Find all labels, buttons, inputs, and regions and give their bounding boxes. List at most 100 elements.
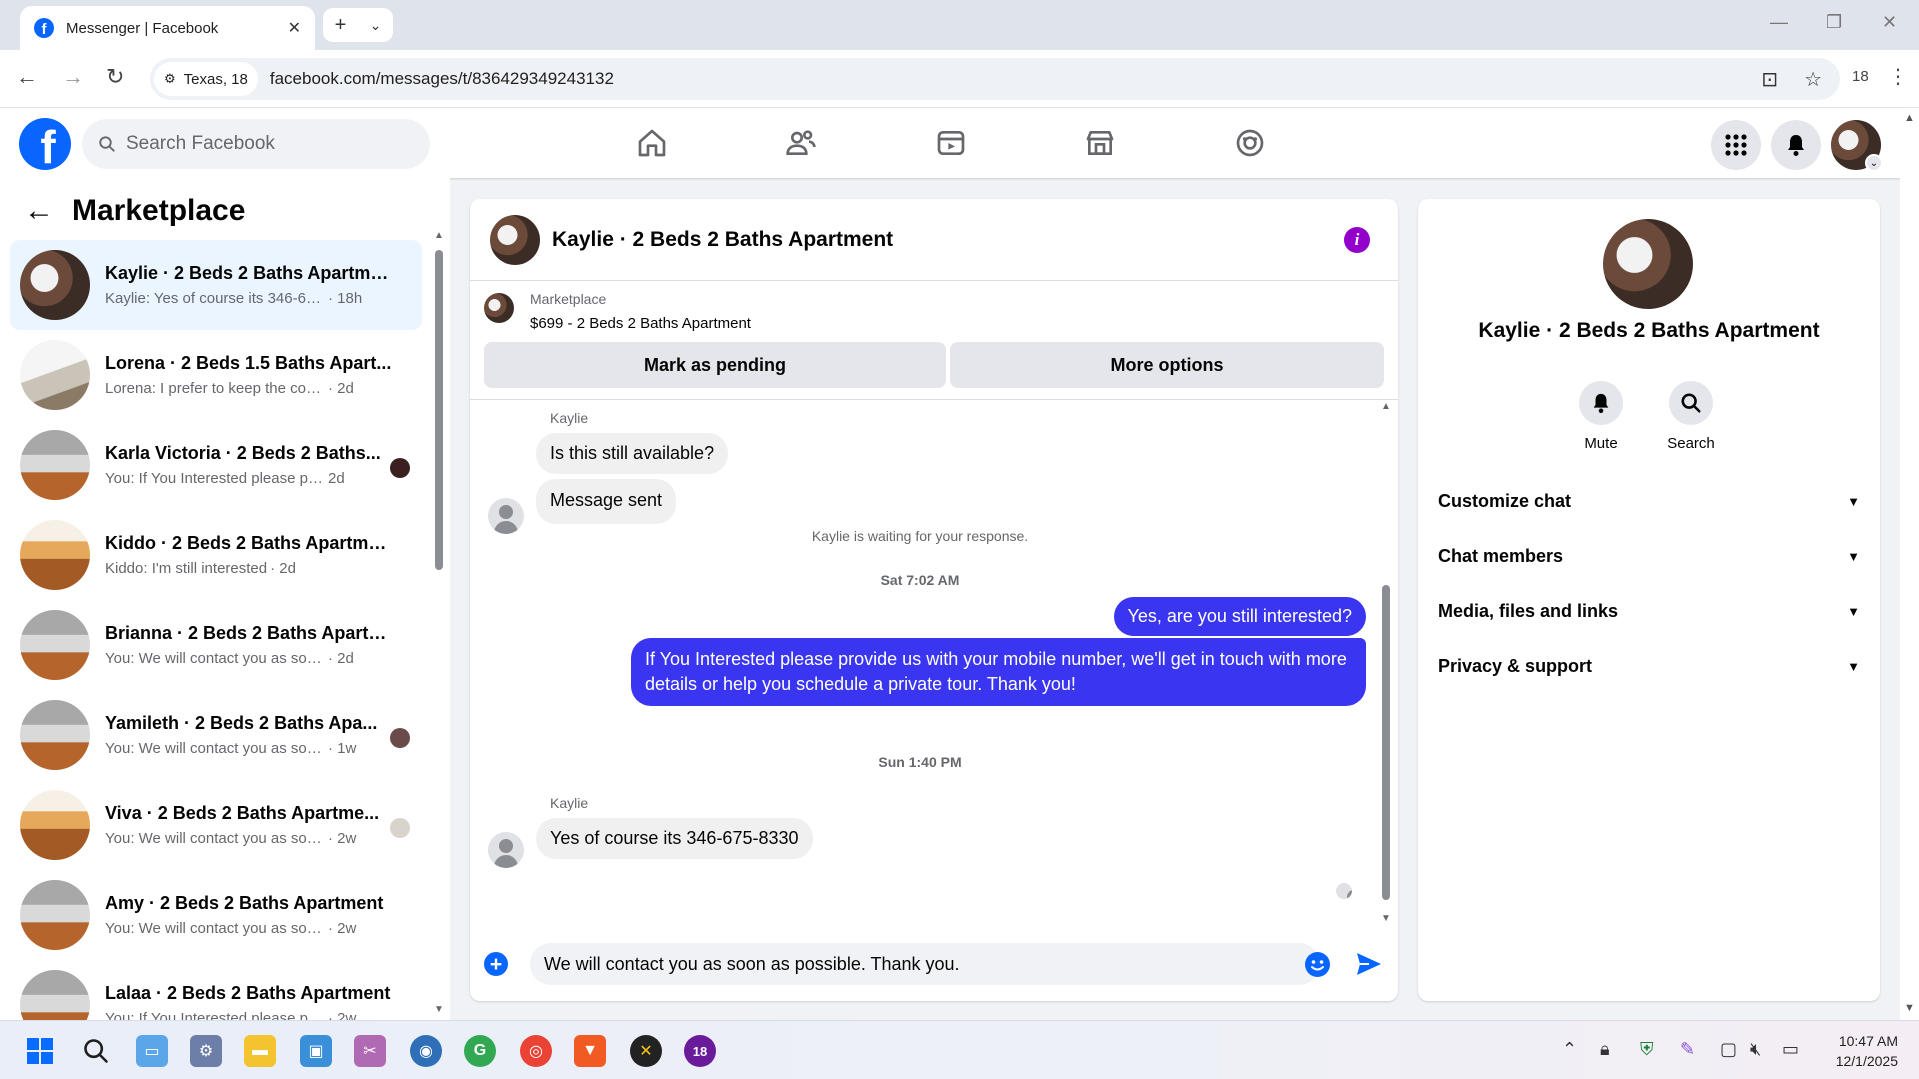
conversation-item[interactable]: Kaylie · 2 Beds 2 Baths Apartment Kaylie… [10, 240, 422, 330]
facebook-search-box[interactable] [82, 119, 430, 169]
bookmark-star-icon[interactable]: ☆ [1804, 67, 1822, 92]
snipping-tool-icon[interactable]: ✂ [354, 1035, 386, 1067]
search-icon[interactable] [80, 1035, 112, 1067]
conversation-item[interactable]: Kiddo · 2 Beds 2 Baths Apartment Kiddo: … [10, 510, 422, 600]
conversation-name: Lalaa · 2 Beds 2 Baths Apartment [105, 983, 391, 1003]
avatar[interactable] [490, 214, 540, 265]
conversation-item[interactable]: Brianna · 2 Beds 2 Baths Apartm... You: … [10, 600, 422, 690]
sidebar-scrollbar[interactable]: ▲ ▼ [434, 230, 444, 1015]
install-app-icon[interactable]: ⊡ [1761, 67, 1778, 92]
scroll-down-icon[interactable]: ▼ [434, 1004, 444, 1015]
facebook-search-input[interactable] [126, 133, 406, 155]
facebook-header: f ⌄ [0, 108, 1900, 178]
profile-browser-icon[interactable]: 18 [684, 1035, 716, 1067]
conversation-item[interactable]: Lorena · 2 Beds 1.5 Baths Apart... Loren… [10, 330, 422, 420]
conversation-name: Kiddo · 2 Beds 2 Baths Apartment [105, 533, 395, 553]
avatar[interactable] [1603, 219, 1693, 309]
nav-friends-icon[interactable] [782, 124, 820, 162]
section-customize-chat[interactable]: Customize chat ▼ [1438, 481, 1860, 521]
listing-summary[interactable]: Marketplace $699 - 2 Beds 2 Baths Apartm… [484, 291, 751, 332]
app-icon[interactable]: ⚙ [190, 1035, 222, 1067]
conversation-item[interactable]: Amy · 2 Beds 2 Baths Apartment You: We w… [10, 870, 422, 960]
incoming-message[interactable]: Message sent [536, 479, 677, 524]
forward-arrow-icon[interactable]: → [62, 64, 84, 90]
facebook-logo-icon[interactable]: f [19, 118, 71, 170]
close-tab-icon[interactable]: ✕ [288, 18, 301, 38]
outgoing-message[interactable]: Yes, are you still interested? [1113, 597, 1366, 636]
message-input[interactable] [530, 943, 1320, 985]
mute-button[interactable]: Mute [1561, 381, 1641, 452]
back-arrow-icon[interactable]: ← [24, 194, 54, 228]
more-options-button[interactable]: More options [950, 342, 1384, 388]
profile-avatar[interactable]: ⌄ [1831, 120, 1883, 172]
system-clock[interactable]: 10:47 AM 12/1/2025 [1812, 1031, 1898, 1071]
pen-icon[interactable]: ✎ [1680, 1039, 1695, 1060]
search-in-chat-button[interactable]: Search [1651, 381, 1731, 452]
omnibox[interactable]: ⚙ Texas, 18 facebook.com/messages/t/8364… [150, 58, 1840, 100]
mark-as-pending-button[interactable]: Mark as pending [484, 342, 946, 388]
plus-icon[interactable]: + [484, 952, 508, 976]
section-media-files-links[interactable]: Media, files and links ▼ [1438, 591, 1860, 631]
scroll-up-icon[interactable]: ▲ [1381, 401, 1391, 412]
photos-icon[interactable]: ▣ [300, 1035, 332, 1067]
back-arrow-icon[interactable]: ← [16, 64, 38, 90]
scroll-up-icon[interactable]: ▲ [1904, 112, 1915, 124]
show-hidden-icons-icon[interactable]: ⌃ [1562, 1039, 1577, 1060]
section-chat-members[interactable]: Chat members ▼ [1438, 536, 1860, 576]
nav-gaming-icon[interactable] [1231, 124, 1269, 162]
chrome-icon[interactable]: ◎ [520, 1035, 552, 1067]
conversation-item[interactable]: Viva · 2 Beds 2 Baths Apartme... You: We… [10, 780, 422, 870]
restore-icon[interactable]: ❐ [1826, 12, 1842, 33]
scroll-down-icon[interactable]: ▼ [1381, 913, 1391, 924]
nav-marketplace-icon[interactable] [1081, 124, 1119, 162]
browser-icon[interactable]: ✕ [630, 1035, 662, 1067]
outgoing-message[interactable]: If You Interested please provide us with… [631, 638, 1366, 706]
globe-icon[interactable]: ◉ [410, 1035, 442, 1067]
chat-title[interactable]: Kaylie · 2 Beds 2 Baths Apartment [552, 228, 893, 252]
chevron-down-icon: ▼ [1847, 603, 1860, 619]
conversation-item[interactable]: Yamileth · 2 Beds 2 Baths Apa... You: We… [10, 690, 422, 780]
windows-taskbar: ▭ ⚙ ▬ ▣ ✂ ◉ G ◎ ▼ ✕ 18 ⌃ 🔒︎ ⛨ ✎ ▢ 🔇︎ ▭ 1… [0, 1020, 1919, 1079]
browser-tab[interactable]: f Messenger | Facebook ✕ [20, 6, 315, 50]
timestamp: Sun 1:40 PM [878, 754, 962, 770]
conversation-item[interactable]: Lalaa · 2 Beds 2 Baths Apartment You: If… [10, 960, 422, 1020]
tab-search-chevron-icon[interactable]: ⌄ [358, 17, 393, 34]
close-window-icon[interactable]: ✕ [1882, 12, 1897, 33]
windows-start-icon[interactable] [24, 1035, 56, 1067]
minimize-icon[interactable]: — [1770, 12, 1788, 33]
lock-icon[interactable]: 🔒︎ [1600, 1039, 1610, 1060]
reload-icon[interactable]: ↻ [106, 64, 124, 90]
profile-badge[interactable]: 18 [1852, 68, 1869, 85]
chat-scroll-thumb[interactable] [1382, 585, 1390, 900]
task-view-icon[interactable]: ▭ [136, 1035, 168, 1067]
conversation-time: · 1w [328, 740, 357, 757]
site-info-chip[interactable]: ⚙ Texas, 18 [154, 62, 258, 96]
volume-muted-icon[interactable]: 🔇︎ [1750, 1039, 1761, 1060]
file-explorer-icon[interactable]: ▬ [244, 1035, 276, 1067]
network-icon[interactable]: ▢ [1720, 1039, 1737, 1060]
emoji-icon[interactable] [1305, 952, 1330, 977]
send-icon[interactable] [1355, 951, 1383, 977]
menu-kebab-icon[interactable]: ⋮ [1888, 64, 1908, 89]
incoming-message[interactable]: Is this still available? [536, 433, 729, 474]
scroll-up-icon[interactable]: ▲ [434, 230, 444, 241]
nav-home-icon[interactable] [633, 124, 671, 162]
brave-icon[interactable]: ▼ [574, 1035, 606, 1067]
url-text[interactable]: facebook.com/messages/t/836429349243132 [270, 69, 1761, 89]
battery-icon[interactable]: ▭ [1782, 1039, 1799, 1060]
menu-grid-button[interactable] [1711, 120, 1761, 170]
info-icon[interactable]: i [1344, 227, 1370, 253]
conversation-item[interactable]: Karla Victoria · 2 Beds 2 Baths... You: … [10, 420, 422, 510]
nav-video-icon[interactable] [932, 124, 970, 162]
new-tab-plus-icon[interactable]: + [323, 14, 358, 37]
page-scrollbar[interactable]: ▲ ▼ [1900, 108, 1919, 1020]
notifications-button[interactable] [1771, 120, 1821, 170]
google-icon[interactable]: G [464, 1035, 496, 1067]
avatar [20, 520, 90, 590]
sidebar-scroll-thumb[interactable] [435, 250, 443, 570]
chat-scrollbar[interactable]: ▲ ▼ [1380, 401, 1392, 924]
incoming-message[interactable]: Yes of course its 346-675-8330 [536, 818, 813, 859]
scroll-down-icon[interactable]: ▼ [1904, 1002, 1915, 1014]
security-shield-icon[interactable]: ⛨ [1640, 1039, 1654, 1060]
section-privacy-support[interactable]: Privacy & support ▼ [1438, 646, 1860, 686]
